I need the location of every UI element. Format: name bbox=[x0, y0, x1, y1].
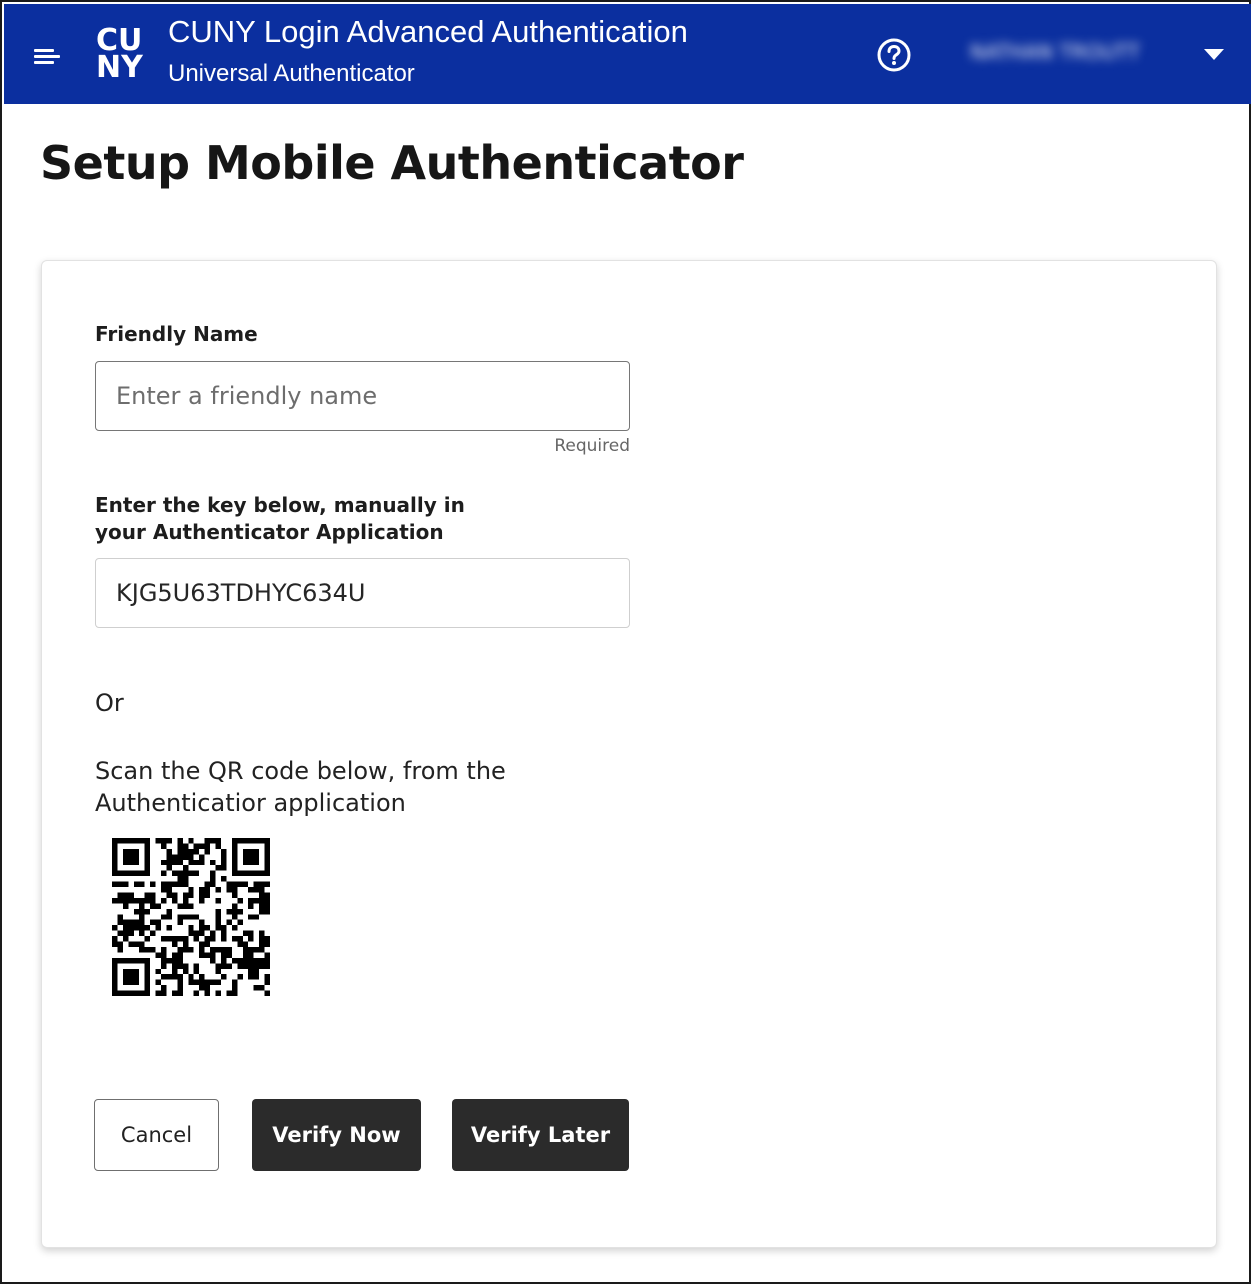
user-name[interactable]: NATHAN TROUTT bbox=[970, 40, 1180, 66]
app-header: CU NY CUNY Login Advanced Authentication… bbox=[4, 4, 1251, 104]
help-circle-icon bbox=[877, 38, 911, 72]
help-button[interactable] bbox=[876, 37, 912, 73]
verify-later-button[interactable]: Verify Later bbox=[452, 1099, 629, 1171]
or-separator-text: Or bbox=[95, 689, 124, 717]
logo-text-bottom: NY bbox=[96, 50, 144, 80]
authenticator-key-input[interactable] bbox=[95, 558, 630, 628]
key-label: Enter the key below, manually in your Au… bbox=[95, 493, 465, 544]
scan-instructions: Scan the QR code below, from the Authent… bbox=[95, 757, 506, 817]
window-frame: CU NY CUNY Login Advanced Authentication… bbox=[0, 0, 1251, 1284]
cuny-logo-icon: CU NY bbox=[96, 24, 144, 80]
cuny-logo: CU NY bbox=[94, 24, 158, 80]
menu-icon-bar-2 bbox=[34, 55, 60, 58]
menu-button[interactable] bbox=[28, 42, 64, 70]
menu-icon-bar-3 bbox=[34, 61, 54, 64]
app-subtitle: Universal Authenticator bbox=[168, 60, 415, 87]
caret-down-icon bbox=[1204, 49, 1224, 60]
page-title: Setup Mobile Authenticator bbox=[40, 136, 744, 190]
qr-code bbox=[112, 838, 270, 996]
qr-code-icon bbox=[112, 838, 270, 996]
menu-icon-bar-1 bbox=[34, 49, 54, 52]
friendly-name-input[interactable] bbox=[95, 361, 630, 431]
cancel-button[interactable]: Cancel bbox=[94, 1099, 219, 1171]
user-menu-dropdown[interactable] bbox=[1202, 46, 1226, 62]
verify-now-button[interactable]: Verify Now bbox=[252, 1099, 421, 1171]
app-title: CUNY Login Advanced Authentication bbox=[168, 14, 688, 49]
friendly-name-label: Friendly Name bbox=[95, 322, 258, 346]
setup-card: Friendly Name Required Enter the key bel… bbox=[41, 260, 1217, 1248]
required-hint: Required bbox=[554, 436, 630, 456]
